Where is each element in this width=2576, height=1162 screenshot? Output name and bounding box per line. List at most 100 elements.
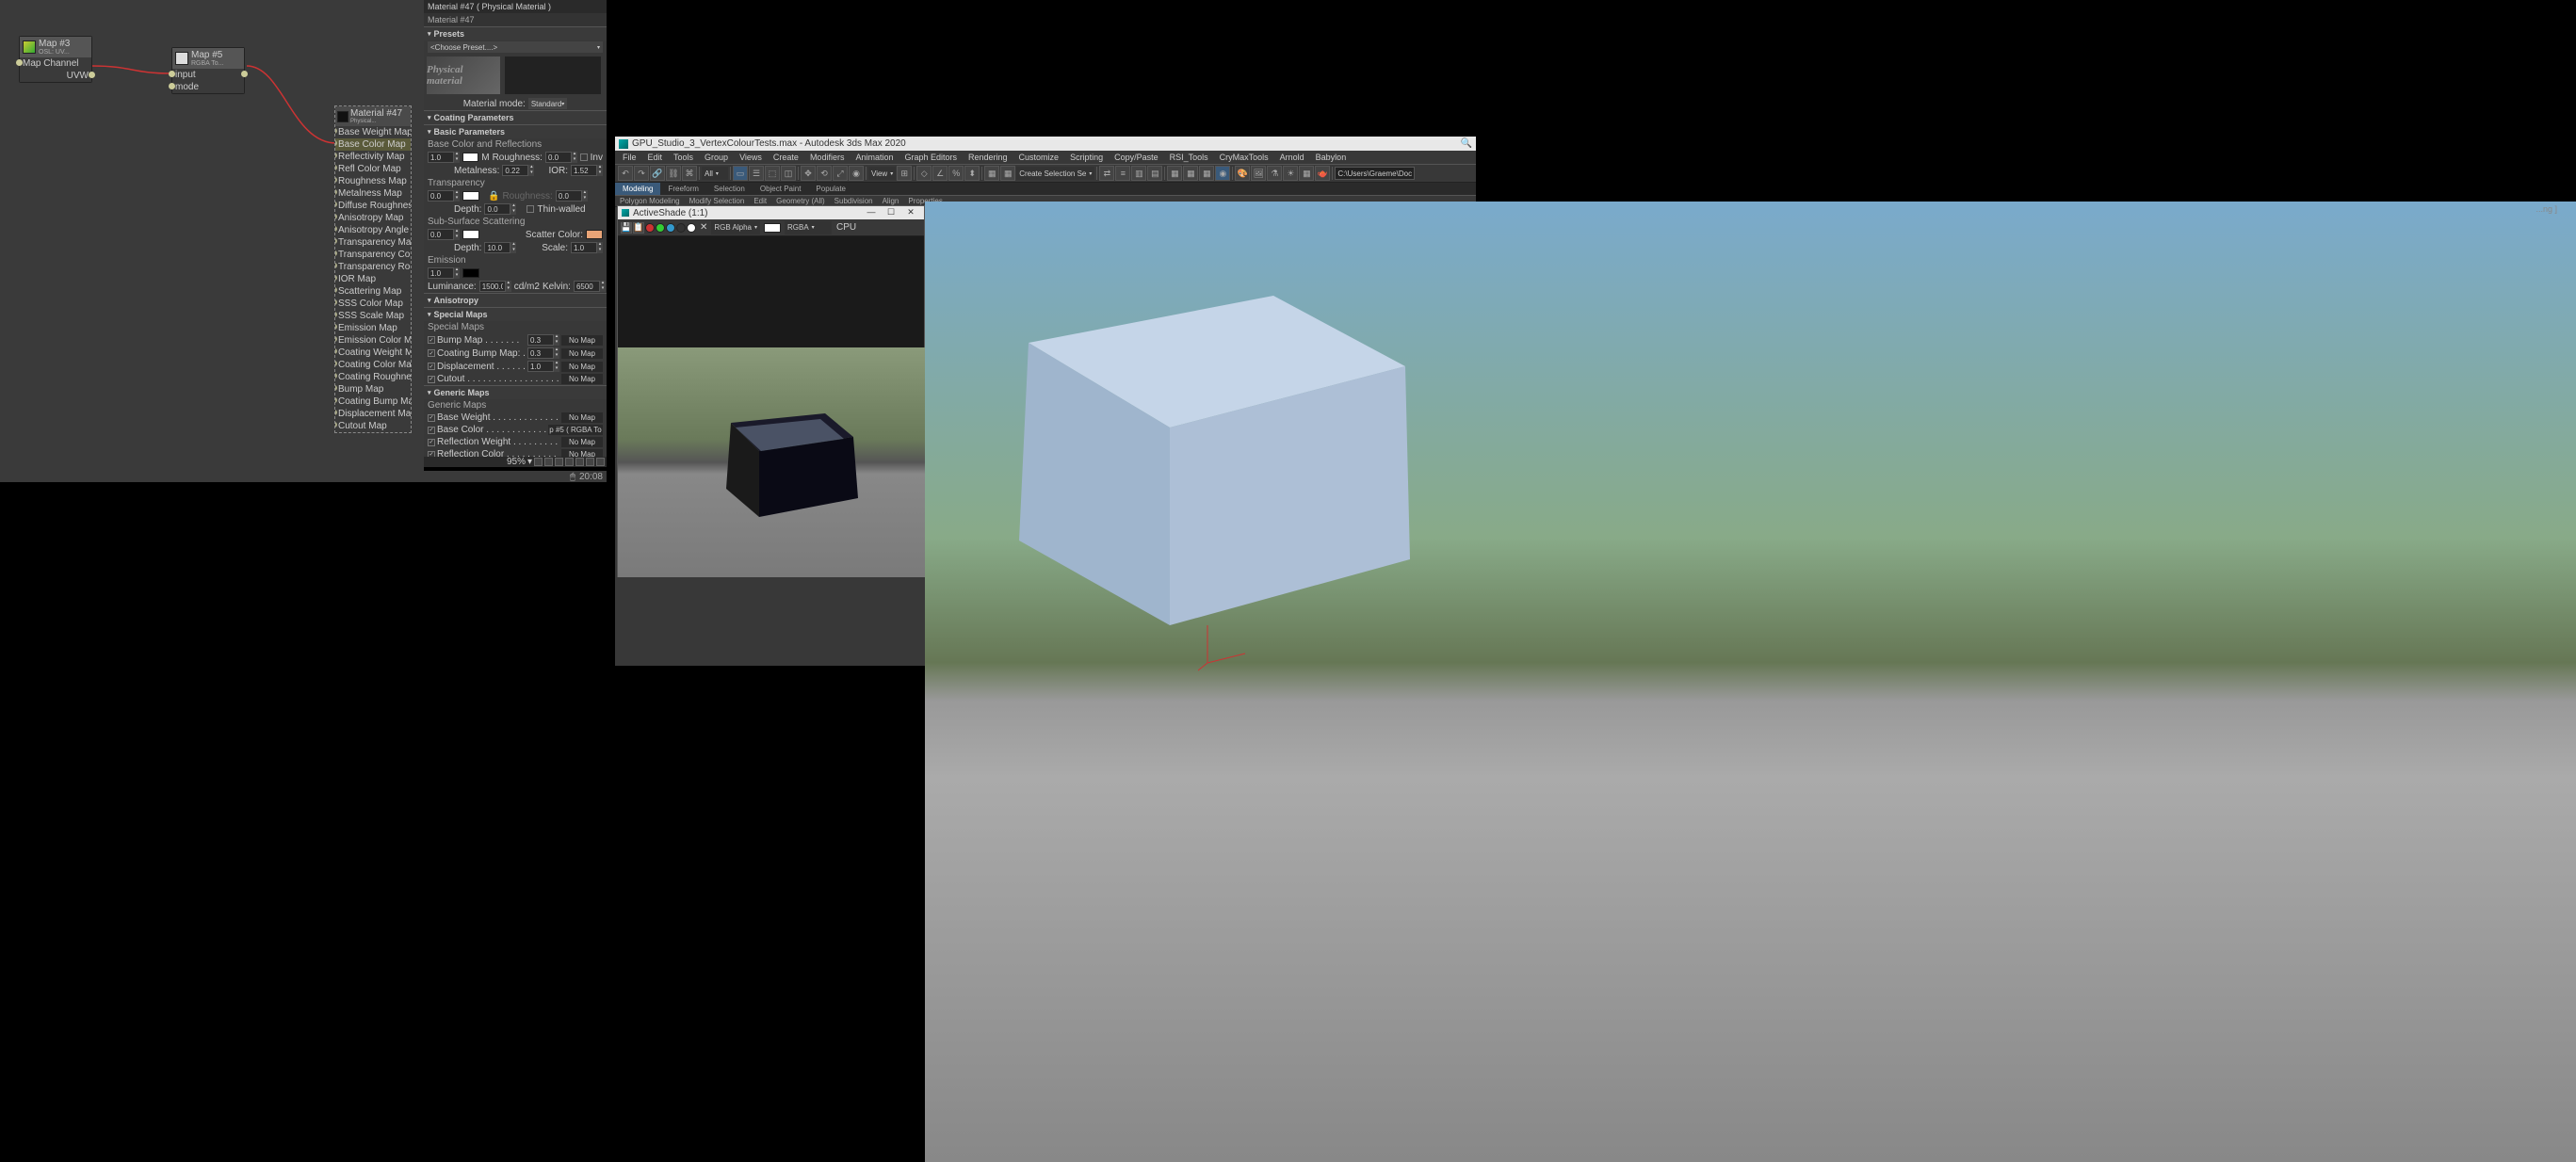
menu-item[interactable]: Tools — [669, 153, 698, 162]
menu-item[interactable]: Rendering — [964, 153, 1013, 162]
scatter-color-swatch[interactable] — [586, 230, 603, 239]
mirror-icon[interactable]: ⇄ — [1099, 166, 1114, 181]
preset-dropdown[interactable]: <Choose Preset....> — [428, 41, 603, 53]
link-icon[interactable]: 🔗 — [650, 166, 665, 181]
move-icon[interactable]: ✥ — [801, 166, 816, 181]
disp-checkbox[interactable] — [428, 363, 435, 370]
path-input[interactable] — [1335, 167, 1415, 180]
render-frame-icon[interactable]: 🖼 — [1251, 166, 1266, 181]
blue-channel-icon[interactable] — [666, 223, 675, 233]
mat-slot[interactable]: SSS Scale Map — [335, 310, 411, 322]
coatbump-checkbox[interactable] — [428, 349, 435, 357]
section-generic-maps[interactable]: Generic Maps — [424, 385, 607, 399]
main-menu[interactable]: FileEditToolsGroupViewsCreateModifiersAn… — [615, 151, 1476, 164]
sss-scale-spinner[interactable]: ▴▾ — [571, 242, 603, 253]
angle-snap-icon[interactable]: ∠ — [932, 166, 948, 181]
clear-icon[interactable]: ✕ — [700, 222, 707, 233]
rotate-icon[interactable]: ⟲ — [817, 166, 832, 181]
section-special-maps[interactable]: Special Maps — [424, 307, 607, 321]
rect-select-icon[interactable]: ⬚ — [765, 166, 780, 181]
mat-slot[interactable]: Coating Roughness Map — [335, 371, 411, 383]
mat-slot[interactable]: Bump Map — [335, 383, 411, 395]
pivot-icon[interactable]: ⊞ — [897, 166, 912, 181]
save-icon[interactable]: 💾 — [621, 222, 632, 234]
menu-item[interactable]: RSI_Tools — [1165, 153, 1213, 162]
selection-filter-dropdown[interactable]: All — [702, 167, 728, 180]
render-icon[interactable]: 🫖 — [1315, 166, 1330, 181]
roughness-spinner[interactable]: ▴▾ — [545, 152, 577, 163]
disp-map-button[interactable]: No Map — [561, 362, 603, 372]
bg-color-swatch[interactable] — [764, 223, 781, 233]
ribbon-tab[interactable]: Freeform — [660, 183, 705, 195]
mat-slot[interactable]: Refl Color Map — [335, 163, 411, 175]
mat-slot[interactable]: Base Color Map — [335, 138, 411, 151]
zoom-icon[interactable] — [544, 458, 553, 466]
section-coating[interactable]: Coating Parameters — [424, 110, 607, 124]
menu-item[interactable]: File — [618, 153, 641, 162]
render-view[interactable] — [618, 236, 924, 576]
unlink-icon[interactable]: ⛓ — [666, 166, 681, 181]
mat-slot[interactable]: Displacement Map — [335, 408, 411, 420]
node-editor[interactable]: Map #3OSL: UV... Map Channel UVW Map #5R… — [0, 0, 424, 471]
menu-item[interactable]: Copy/Paste — [1110, 153, 1163, 162]
menu-item[interactable]: Arnold — [1275, 153, 1309, 162]
menu-item[interactable]: Create — [769, 153, 803, 162]
menu-item[interactable]: Modifiers — [805, 153, 850, 162]
trans-weight-spinner[interactable]: ▴▾ — [428, 190, 460, 202]
mat-slot[interactable]: Transparency Map — [335, 236, 411, 249]
node-material47[interactable]: Material #47Physical... Base Weight MapB… — [334, 105, 412, 433]
mat-slot[interactable]: Reflectivity Map — [335, 151, 411, 163]
mat-slot[interactable]: IOR Map — [335, 273, 411, 285]
alpha-channel-icon[interactable] — [676, 223, 686, 233]
ribbon-tab[interactable]: Object Paint — [753, 183, 809, 195]
mat-slot[interactable]: Diffuse Roughness Map — [335, 200, 411, 212]
select-icon[interactable]: ▭ — [733, 166, 748, 181]
mat-slot[interactable]: Cutout Map — [335, 420, 411, 432]
luminance-spinner[interactable]: ▴▾ — [479, 281, 511, 292]
emission-weight-spinner[interactable]: ▴▾ — [428, 267, 460, 279]
perspective-viewport[interactable]: ...ng ] — [925, 202, 2576, 1162]
mat-slot[interactable]: Emission Map — [335, 322, 411, 334]
mat-slot[interactable]: Base Weight Map — [335, 126, 411, 138]
bump-checkbox[interactable] — [428, 336, 435, 344]
cutout-checkbox[interactable] — [428, 376, 435, 383]
selection-set-dropdown[interactable]: Create Selection Se — [1016, 167, 1094, 180]
pan-icon[interactable] — [534, 458, 543, 466]
menu-item[interactable]: Graph Editors — [899, 153, 962, 162]
menu-item[interactable]: Views — [735, 153, 767, 162]
roughness-inv-checkbox[interactable] — [580, 153, 588, 161]
menu-item[interactable]: Animation — [851, 153, 898, 162]
section-basic[interactable]: Basic Parameters — [424, 124, 607, 138]
mat-slot[interactable]: Coating Bump Map — [335, 395, 411, 408]
activeshade-toolbar[interactable]: 💾 📋 ✕ RGB Alpha RGBA CPU — [618, 219, 924, 236]
mat-slot[interactable]: Anisotropy Angle Map — [335, 224, 411, 236]
render-setup-icon[interactable]: 🎨 — [1235, 166, 1250, 181]
kelvin-spinner[interactable]: ▴▾ — [574, 281, 606, 292]
cutout-map-button[interactable]: No Map — [561, 374, 603, 384]
mat-slot[interactable]: SSS Color Map — [335, 298, 411, 310]
node-map5[interactable]: Map #5RGBA To... input mode — [171, 47, 245, 94]
close-button[interactable]: ✕ — [901, 207, 920, 218]
ior-spinner[interactable]: ▴▾ — [571, 165, 603, 176]
mat-slot[interactable]: Transparency Roughnes... — [335, 261, 411, 273]
copy-icon[interactable]: 📋 — [633, 222, 644, 234]
percent-snap-icon[interactable]: % — [948, 166, 964, 181]
max-titlebar[interactable]: GPU_Studio_3_VertexColourTests.max - Aut… — [615, 137, 1476, 151]
mat-slot[interactable]: Roughness Map — [335, 175, 411, 187]
thinwalled-checkbox[interactable] — [527, 205, 534, 213]
sss-color-swatch[interactable] — [462, 230, 479, 239]
ribbon-tabs[interactable]: ModelingFreeformSelectionObject PaintPop… — [615, 183, 1476, 196]
mat-slot[interactable]: Coating Color Map — [335, 359, 411, 371]
trans-color-swatch[interactable] — [462, 191, 479, 201]
section-anisotropy[interactable]: Anisotropy — [424, 293, 607, 307]
mat-slot[interactable]: Transparency Color Map — [335, 249, 411, 261]
mat-slot[interactable]: Anisotropy Map — [335, 212, 411, 224]
basecolor-map-button[interactable]: p #5 ( RGBA To Float ) — [548, 425, 603, 435]
sss-weight-spinner[interactable]: ▴▾ — [428, 229, 460, 240]
base-color-swatch[interactable] — [462, 153, 478, 162]
depth-spinner[interactable]: ▴▾ — [484, 203, 516, 215]
menu-item[interactable]: CryMaxTools — [1215, 153, 1273, 162]
material-mode-dropdown[interactable]: Standard — [528, 98, 567, 109]
rgba-dropdown[interactable]: RGBA — [785, 221, 832, 234]
bind-icon[interactable]: ⌘ — [682, 166, 697, 181]
